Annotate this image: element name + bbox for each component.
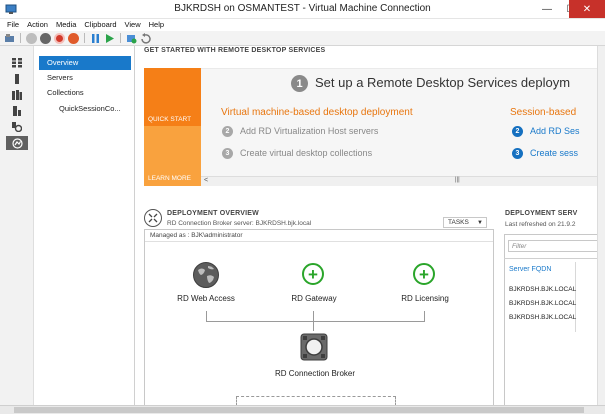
vertical-scrollbar[interactable] — [597, 46, 605, 405]
remote-desktop-icon[interactable] — [6, 120, 28, 134]
deployment-servers-title: DEPLOYMENT SERV — [505, 210, 578, 217]
collapse-overview-icon[interactable] — [144, 209, 162, 227]
title-bar: BJKRDSH on OSMANTEST - Virtual Machine C… — [0, 0, 605, 19]
window-horizontal-scrollbar[interactable] — [0, 405, 605, 414]
vm-step-2-circle: 2 — [222, 126, 233, 137]
column-divider — [575, 262, 576, 332]
session-step-2-circle: 2 — [512, 126, 523, 137]
nav-item-overview[interactable]: Overview — [39, 56, 131, 70]
checkpoint-icon[interactable] — [126, 33, 137, 44]
toolbar — [0, 31, 605, 46]
connector-line — [313, 321, 314, 331]
quick-start-tile[interactable]: QUICK START — [144, 68, 201, 126]
connector-line — [206, 321, 425, 322]
nav-item-servers[interactable]: Servers — [39, 71, 131, 85]
last-refreshed-text: Last refreshed on 21.9.2 — [505, 221, 576, 228]
broker-server-text: RD Connection Broker server: BJKRDSH.bjk… — [167, 220, 312, 227]
pause-icon[interactable] — [90, 33, 101, 44]
add-rd-licensing-button[interactable]: + — [413, 263, 435, 285]
step-1-title[interactable]: Set up a Remote Desktop Services deploym — [315, 75, 570, 90]
server-fqdn-column-header[interactable]: Server FQDN — [509, 266, 551, 273]
session-step-3-text[interactable]: Create sess — [530, 148, 578, 158]
connector-line — [424, 311, 425, 321]
tasks-dropdown[interactable]: TASKS ▼ — [443, 217, 487, 228]
dashboard-icon[interactable] — [6, 56, 28, 70]
connection-broker-icon[interactable] — [300, 333, 328, 361]
scroll-left-arrow[interactable]: < — [204, 177, 208, 184]
revert-icon[interactable] — [140, 32, 151, 44]
learn-more-tile[interactable]: LEARN MORE — [144, 126, 201, 186]
vm-step-3-circle: 3 — [222, 148, 233, 159]
managed-as-text: Managed as : BJK\administrator — [145, 230, 493, 242]
rds-nav-panel: Overview Servers Collections QuickSessio… — [35, 46, 135, 408]
menu-help[interactable]: Help — [149, 19, 164, 31]
resume-icon[interactable] — [104, 33, 115, 44]
session-deployment-heading[interactable]: Session-based — [510, 107, 576, 118]
quick-start-label: QUICK START — [148, 116, 192, 123]
scroll-thumb[interactable] — [14, 407, 584, 413]
save-icon[interactable] — [68, 32, 79, 44]
ctrl-alt-del-icon[interactable] — [4, 33, 15, 44]
divider — [504, 258, 605, 259]
window-title: BJKRDSH on OSMANTEST - Virtual Machine C… — [174, 3, 431, 14]
connector-line — [206, 311, 207, 321]
start-icon[interactable] — [26, 32, 37, 44]
toolbar-separator — [120, 33, 121, 43]
vm-step-3-text[interactable]: Create virtual desktop collections — [240, 148, 372, 158]
menu-file[interactable]: File — [7, 19, 19, 31]
get-started-title: GET STARTED WITH REMOTE DESKTOP SERVICES — [144, 47, 326, 54]
server-row[interactable]: BJKRDSH.BJK.LOCAL — [509, 286, 576, 293]
rd-connection-broker-label: RD Connection Broker — [274, 369, 356, 378]
menu-clipboard[interactable]: Clipboard — [84, 19, 116, 31]
nav-item-collections[interactable]: Collections — [39, 86, 131, 100]
learn-more-label: LEARN MORE — [148, 175, 191, 182]
local-server-icon[interactable] — [6, 72, 28, 86]
rd-gateway-label: RD Gateway — [291, 294, 337, 303]
nav-item-collection-quicksession[interactable]: QuickSessionCo... — [39, 102, 131, 116]
chevron-down-icon: ▼ — [477, 220, 483, 226]
get-started-panel: 1 Set up a Remote Desktop Services deplo… — [201, 68, 605, 186]
add-rd-gateway-button[interactable]: + — [302, 263, 324, 285]
shutdown-icon[interactable] — [54, 32, 65, 44]
toolbar-separator — [84, 33, 85, 43]
get-started-scrollbar[interactable]: < ||| — [201, 176, 605, 186]
server-manager-rail — [0, 46, 34, 408]
all-servers-icon[interactable] — [6, 88, 28, 102]
file-storage-icon[interactable] — [6, 104, 28, 118]
scroll-thumb[interactable]: ||| — [455, 177, 460, 183]
rd-web-access-label: RD Web Access — [177, 294, 235, 303]
filter-input[interactable]: Filter — [508, 240, 598, 252]
server-row[interactable]: BJKRDSH.BJK.LOCAL — [509, 300, 576, 307]
deployment-overview-title: DEPLOYMENT OVERVIEW — [167, 210, 259, 217]
minimize-button[interactable]: — — [535, 0, 559, 18]
menu-media[interactable]: Media — [56, 19, 76, 31]
quick-start-column: QUICK START LEARN MORE — [144, 68, 201, 186]
deployment-overview-box: Managed as : BJK\administrator RD Web Ac… — [144, 229, 494, 408]
server-row[interactable]: BJKRDSH.BJK.LOCAL — [509, 314, 576, 321]
menu-view[interactable]: View — [125, 19, 141, 31]
session-step-3-circle: 3 — [512, 148, 523, 159]
deployment-servers-box — [504, 234, 605, 408]
rd-licensing-label: RD Licensing — [401, 294, 449, 303]
menu-bar: File Action Media Clipboard View Help — [0, 19, 605, 31]
remote-desktop-services-icon[interactable] — [6, 136, 28, 150]
menu-action[interactable]: Action — [27, 19, 48, 31]
vm-step-2-text[interactable]: Add RD Virtualization Host servers — [240, 126, 378, 136]
globe-icon[interactable] — [192, 261, 220, 289]
close-button[interactable]: ✕ — [569, 0, 605, 18]
session-step-2-text[interactable]: Add RD Ses — [530, 126, 580, 136]
vm-deployment-heading[interactable]: Virtual machine-based desktop deployment — [221, 107, 413, 118]
connector-line — [313, 311, 314, 321]
turn-off-icon[interactable] — [40, 32, 51, 44]
tasks-label: TASKS — [448, 219, 469, 226]
toolbar-separator — [20, 33, 21, 43]
step-1-circle: 1 — [291, 75, 308, 92]
